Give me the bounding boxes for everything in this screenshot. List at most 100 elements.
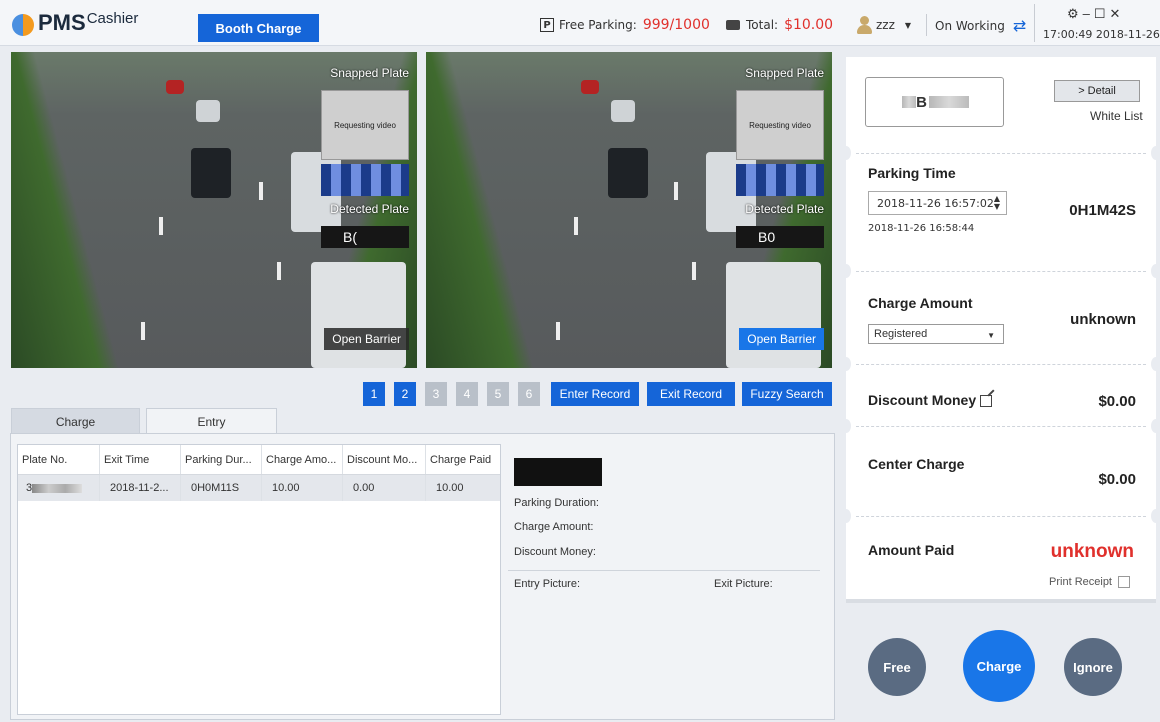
header-divider xyxy=(1034,4,1035,42)
video-car xyxy=(581,80,599,94)
cell-discount: 0.00 xyxy=(343,475,426,501)
print-receipt-checkbox[interactable] xyxy=(1118,576,1130,588)
plate-blur xyxy=(32,483,83,493)
entry-time-input[interactable]: 2018-11-26 16:57:02 ▲ ▼ xyxy=(868,191,1007,215)
card-divider xyxy=(856,153,1146,154)
charge-amount-label: Charge Amount xyxy=(868,295,973,311)
lane-marking xyxy=(259,182,263,200)
card-divider xyxy=(856,426,1146,427)
col-plate-no[interactable]: Plate No. xyxy=(18,445,100,474)
page-button-1[interactable]: 1 xyxy=(363,382,385,406)
col-exit-time[interactable]: Exit Time xyxy=(100,445,181,474)
card-notch xyxy=(1151,509,1160,523)
card-notch xyxy=(1151,146,1160,160)
table-row[interactable]: 3 2018-11-2... 0H0M11S 10.00 0.00 10.00 xyxy=(18,475,500,501)
requesting-video-box: Requesting video xyxy=(736,90,824,160)
video-car xyxy=(166,80,184,94)
plate-blur xyxy=(928,96,969,108)
detail-charge-amount: Charge Amount: xyxy=(514,521,594,533)
detail-exit-picture: Exit Picture: xyxy=(714,578,773,590)
page-button-2[interactable]: 2 xyxy=(394,382,416,406)
video-feed-left: Snapped Plate Requesting video Detected … xyxy=(11,52,417,368)
video-car xyxy=(196,100,220,122)
page-button-3[interactable]: 3 xyxy=(425,382,447,406)
lane-marking xyxy=(574,217,578,235)
free-parking-value: 999/1000 xyxy=(642,17,710,33)
detail-button[interactable]: > Detail xyxy=(1054,80,1140,102)
card-divider xyxy=(856,271,1146,272)
lane-marking xyxy=(277,262,281,280)
open-barrier-button-left[interactable]: Open Barrier xyxy=(324,328,409,350)
charge-type-select[interactable]: Registered ▼ xyxy=(868,324,1004,344)
enter-record-button[interactable]: Enter Record xyxy=(551,382,639,406)
close-icon[interactable]: ✕ xyxy=(1110,6,1125,22)
snapped-plate-image xyxy=(321,164,409,196)
user-avatar-icon xyxy=(856,15,872,35)
video-car xyxy=(608,148,648,198)
edit-icon[interactable] xyxy=(980,395,993,407)
cell-plate: 3 xyxy=(18,475,100,501)
free-button[interactable]: Free xyxy=(868,638,926,696)
video-feed-right: Snapped Plate Requesting video Detected … xyxy=(426,52,832,368)
tab-entry[interactable]: Entry xyxy=(146,408,277,434)
video-car xyxy=(611,100,635,122)
cell-duration: 0H0M11S xyxy=(181,475,262,501)
entry-time-value: 2018-11-26 16:57:02 xyxy=(877,196,994,210)
video-car xyxy=(311,262,406,368)
total-indicator: Total: $10.00 xyxy=(726,17,833,33)
open-barrier-button-right[interactable]: Open Barrier xyxy=(739,328,824,350)
app-logo: PMS Cashier xyxy=(12,10,138,36)
detail-parking-duration: Parking Duration: xyxy=(514,497,599,509)
ignore-button[interactable]: Ignore xyxy=(1064,638,1122,696)
fuzzy-search-button[interactable]: Fuzzy Search xyxy=(742,382,832,406)
spinner-icon[interactable]: ▲ ▼ xyxy=(994,195,1000,211)
chevron-down-icon: ▼ xyxy=(904,20,912,30)
cell-paid: 10.00 xyxy=(436,482,464,494)
exit-record-button[interactable]: Exit Record xyxy=(647,382,735,406)
page-button-5[interactable]: 5 xyxy=(487,382,509,406)
record-detail-pane: Parking Duration: Charge Amount: Discoun… xyxy=(508,450,820,715)
snapped-plate-label: Snapped Plate xyxy=(330,66,409,80)
plate-number-box: B xyxy=(865,77,1004,127)
gear-icon[interactable]: ⚙ xyxy=(1067,6,1083,22)
user-name: zzz xyxy=(876,18,895,32)
col-charge-amount[interactable]: Charge Amo... xyxy=(262,445,343,474)
page-button-4[interactable]: 4 xyxy=(456,382,478,406)
center-charge-value: $0.00 xyxy=(1098,471,1136,488)
card-notch xyxy=(1151,357,1160,371)
requesting-video-box: Requesting video xyxy=(321,90,409,160)
chevron-down-icon: ▼ xyxy=(987,331,995,340)
tab-charge[interactable]: Charge xyxy=(11,408,140,434)
parking-time-label: Parking Time xyxy=(868,165,956,181)
maximize-icon[interactable]: ☐ xyxy=(1094,6,1110,22)
plate-prefix: B xyxy=(916,93,927,111)
header-divider xyxy=(926,14,927,36)
snapped-plate-label: Snapped Plate xyxy=(745,66,824,80)
col-discount-money[interactable]: Discount Mo... xyxy=(343,445,426,474)
user-menu[interactable]: zzz ▼ xyxy=(856,15,911,35)
minimize-icon[interactable]: – xyxy=(1083,6,1094,22)
page-button-6[interactable]: 6 xyxy=(518,382,540,406)
exit-time-value: 2018-11-26 16:58:44 xyxy=(868,223,975,234)
plate-blur xyxy=(902,96,917,108)
card-divider xyxy=(856,364,1146,365)
card-notch xyxy=(1151,419,1160,433)
col-charge-paid[interactable]: Charge Paid xyxy=(426,445,500,474)
working-status[interactable]: On Working ⇄ xyxy=(935,16,1026,35)
card-notch xyxy=(841,264,851,278)
parking-duration-value: 0H1M42S xyxy=(1069,202,1136,219)
camera-pager: 1 2 3 4 5 6 xyxy=(363,382,549,406)
header-bar: PMS Cashier Booth Charge P Free Parking:… xyxy=(0,0,1160,46)
charge-summary-card: B > Detail White List Parking Time 2018-… xyxy=(841,57,1160,603)
charge-button[interactable]: Charge xyxy=(963,630,1035,702)
card-notch xyxy=(841,146,851,160)
booth-charge-button[interactable]: Booth Charge xyxy=(198,14,319,42)
col-parking-duration[interactable]: Parking Dur... xyxy=(181,445,262,474)
print-receipt-option[interactable]: Print Receipt xyxy=(1049,576,1130,588)
card-notch xyxy=(1151,264,1160,278)
card-notch xyxy=(841,419,851,433)
lane-marking xyxy=(556,322,560,340)
amount-paid-label: Amount Paid xyxy=(868,542,955,558)
discount-money-value: $0.00 xyxy=(1098,393,1136,410)
snapped-plate-image xyxy=(736,164,824,196)
